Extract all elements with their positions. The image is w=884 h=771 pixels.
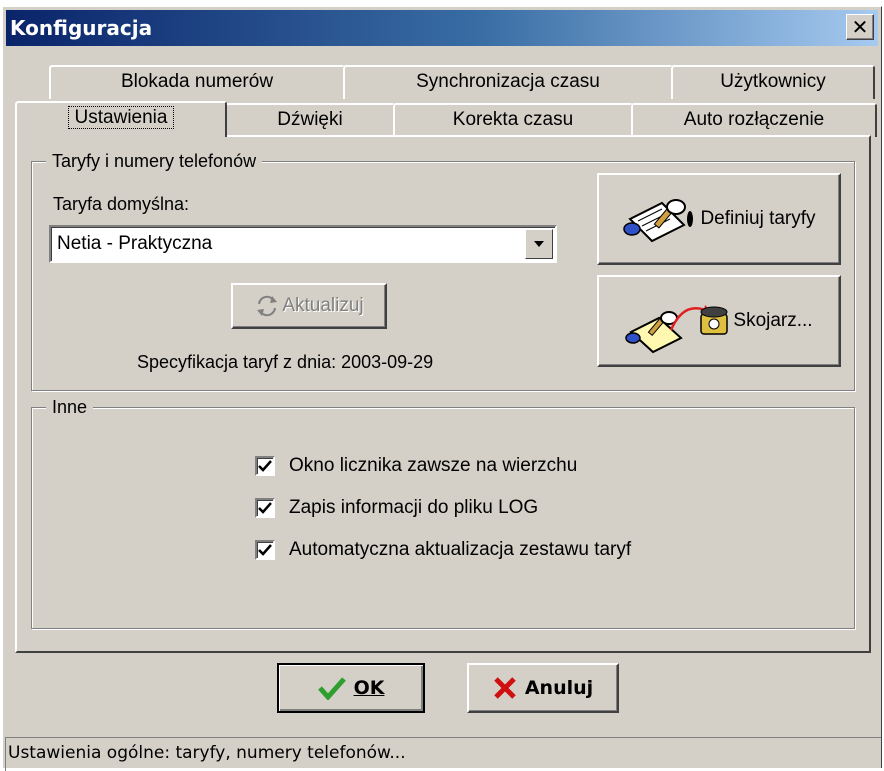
tab-blokada-numerow[interactable]: Blokada numerów: [49, 65, 345, 99]
option-log-file[interactable]: Zapis informacji do pliku LOG: [255, 497, 538, 519]
close-icon: ✕: [851, 15, 869, 39]
ok-button[interactable]: OK: [277, 663, 425, 713]
close-button[interactable]: ✕: [846, 14, 874, 40]
tab-uzytkownicy[interactable]: Użytkownicy: [671, 65, 875, 99]
checkbox[interactable]: [255, 540, 275, 560]
cancel-button[interactable]: Anuluj: [467, 663, 619, 713]
tab-dzwieki[interactable]: Dźwięki: [225, 103, 395, 137]
option-auto-update[interactable]: Automatyczna aktualizacja zestawu taryf: [255, 539, 631, 561]
notepad-pen-icon: [623, 199, 694, 243]
define-tariffs-button[interactable]: Definiuj taryfy: [597, 173, 841, 265]
chevron-down-icon: [534, 241, 544, 247]
status-bar: Ustawienia ogólne: taryfy, numery telefo…: [5, 737, 881, 771]
tab-label: Ustawienia: [67, 106, 175, 129]
option-label: Okno licznika zawsze na wierzchu: [289, 455, 578, 476]
window-title: Konfiguracja: [10, 16, 153, 40]
title-bar[interactable]: Konfiguracja ✕: [6, 10, 878, 46]
tariffs-group-title: Taryfy i numery telefonów: [46, 149, 263, 173]
tab-label: Auto rozłączenie: [683, 109, 825, 130]
refresh-icon: [257, 295, 278, 317]
tab-label: Synchronizacja czasu: [416, 71, 600, 92]
option-label: Automatyczna aktualizacja zestawu taryf: [289, 539, 632, 560]
link-button[interactable]: Skojarz...: [597, 275, 841, 367]
update-button[interactable]: Aktualizuj: [231, 283, 387, 329]
check-icon: [258, 544, 272, 556]
check-icon: [258, 502, 272, 514]
tariff-spec-date: Specyfikacja taryf z dnia: 2003-09-29: [137, 352, 434, 372]
tab-label: Użytkownicy: [720, 71, 826, 92]
tab-label: Blokada numerów: [120, 71, 274, 92]
option-always-on-top[interactable]: Okno licznika zawsze na wierzchu: [255, 455, 577, 477]
default-tariff-select[interactable]: Netia - Praktyczna: [49, 225, 557, 263]
status-text: Ustawienia ogólne: taryfy, numery telefo…: [8, 743, 406, 763]
notepad-phone-icon: [625, 305, 729, 354]
update-button-label: Aktualizuj: [282, 295, 364, 316]
tab-ustawienia[interactable]: Ustawienia: [15, 101, 227, 137]
checkbox[interactable]: [255, 456, 275, 476]
option-label: Zapis informacji do pliku LOG: [289, 497, 539, 518]
tab-synchronizacja-czasu[interactable]: Synchronizacja czasu: [343, 65, 673, 99]
checkbox[interactable]: [255, 498, 275, 518]
other-group-title: Inne: [46, 395, 94, 419]
cancel-label: Anuluj: [524, 677, 594, 699]
default-tariff-label: Taryfa domyślna:: [53, 194, 190, 214]
default-tariff-value: Netia - Praktyczna: [57, 233, 213, 254]
check-icon: [258, 460, 272, 472]
config-dialog: Konfiguracja ✕ Blokada numerów Synchroni…: [2, 6, 882, 771]
define-tariffs-label: Definiuj taryfy: [700, 208, 816, 229]
link-button-label: Skojarz...: [733, 310, 813, 331]
checkmark-icon: [317, 677, 346, 700]
ok-label: OK: [353, 677, 385, 699]
x-mark-icon: [494, 677, 516, 699]
tab-auto-rozlaczenie[interactable]: Auto rozłączenie: [631, 103, 877, 137]
dropdown-button[interactable]: [525, 229, 553, 259]
tab-label: Dźwięki: [277, 109, 343, 130]
tab-label: Korekta czasu: [452, 109, 574, 130]
tab-korekta-czasu[interactable]: Korekta czasu: [393, 103, 633, 137]
